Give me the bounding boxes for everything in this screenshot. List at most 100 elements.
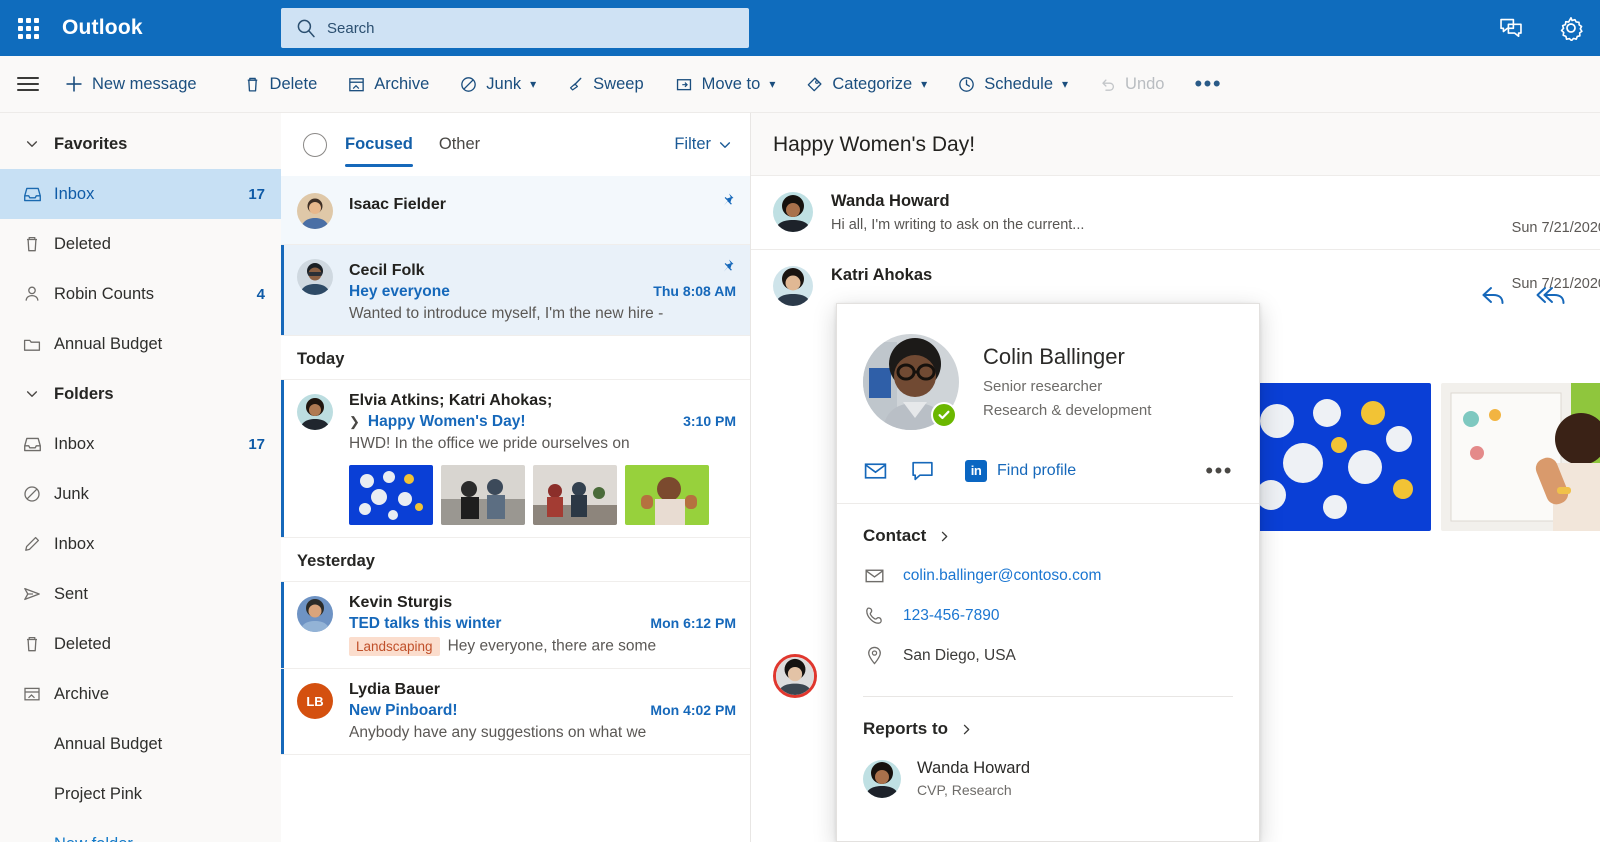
contact-name: Colin Ballinger [983,344,1125,369]
inline-image[interactable] [1441,383,1600,531]
reports-to-title: Reports to [863,719,948,738]
reports-to-person[interactable]: Wanda Howard CVP, Research [837,759,1259,798]
sidebar-item-label: Inbox [54,534,95,553]
sidebar-group-folders[interactable]: Folders [0,369,281,419]
linkedin-icon[interactable]: in [965,459,987,482]
pin-icon[interactable] [718,191,736,209]
chevron-right-icon [963,724,970,734]
sidebar-item-annual-budget[interactable]: Annual Budget [0,719,281,769]
message-time: Mon 4:02 PM [650,702,736,718]
categorize-button[interactable]: Categorize ▾ [799,71,933,98]
sidebar-item-archive[interactable]: Archive [0,669,281,719]
attachment-thumbnail[interactable] [441,465,525,525]
sidebar-item-project-pink[interactable]: Project Pink [0,769,281,819]
tab-focused[interactable]: Focused [345,113,413,176]
contact-avatar-wrapper [863,334,959,430]
trash-icon [10,234,54,254]
sidebar-item-deleted[interactable]: Deleted [0,619,281,669]
contact-location-value: San Diego, USA [903,646,1016,664]
feedback-icon[interactable] [1498,15,1524,41]
inbox-icon [10,184,54,205]
sidebar-group-favorites[interactable]: Favorites [0,119,281,169]
contact-email-value[interactable]: colin.ballinger@contoso.com [903,567,1101,585]
block-icon [461,76,477,92]
reply-all-icon[interactable] [1536,284,1570,310]
contact-section-header[interactable]: Contact [863,526,1233,546]
reports-to-header[interactable]: Reports to [863,719,1233,739]
more-commands-button[interactable]: ••• [1186,71,1230,97]
folder-sidebar: Favorites Inbox 17 Deleted Robin Counts … [0,113,281,842]
sidebar-item-label: New folder [54,835,265,842]
sidebar-item-deleted-fav[interactable]: Deleted [0,219,281,269]
sweep-button[interactable]: Sweep [560,71,649,98]
unread-count: 17 [248,185,265,203]
chat-icon[interactable] [910,458,935,483]
block-icon [10,484,54,504]
attachment-thumbnail[interactable] [349,465,433,525]
sidebar-item-label: Inbox [54,434,95,453]
tab-other[interactable]: Other [439,113,480,176]
attachment-thumbnail[interactable] [533,465,617,525]
table-row[interactable]: Cecil Folk Hey everyone Thu 8:08 AM Want… [281,245,750,336]
sidebar-item-junk[interactable]: Junk [0,469,281,519]
pin-icon[interactable] [718,257,736,275]
sidebar-item-robin-counts[interactable]: Robin Counts 4 [0,269,281,319]
delete-button[interactable]: Delete [237,71,324,98]
sweep-label: Sweep [593,74,644,93]
attachment-thumbnail[interactable] [625,465,709,525]
message-subject: Hey everyone [349,283,450,300]
message-sender: Kevin Sturgis [349,594,453,611]
message-list-scroll[interactable]: Isaac Fielder Cecil Folk Hey everyone Th… [281,176,750,842]
chevron-down-icon: ▾ [1062,77,1069,91]
sidebar-item-new-folder[interactable]: New folder [0,819,281,842]
conversation-item[interactable]: Wanda Howard Hi all, I'm writing to ask … [751,176,1600,250]
contact-section: Contact colin.ballinger@contoso.com 123-… [837,504,1259,670]
sidebar-item-annual-budget-fav[interactable]: Annual Budget [0,319,281,369]
schedule-button[interactable]: Schedule ▾ [951,71,1074,98]
settings-gear-icon[interactable] [1558,15,1584,41]
contact-card-more-button[interactable]: ••• [1205,458,1233,484]
sidebar-item-inbox-fav[interactable]: Inbox 17 [0,169,281,219]
junk-button[interactable]: Junk ▾ [453,71,542,98]
new-message-button[interactable]: New message [58,70,203,98]
avatar [297,259,333,295]
contact-phone-row[interactable]: 123-456-7890 [863,605,1233,626]
sidebar-item-inbox[interactable]: Inbox 17 [0,419,281,469]
location-icon [863,645,885,666]
select-all-circle[interactable] [303,132,327,157]
reply-icon[interactable] [1480,284,1510,310]
contact-email-row[interactable]: colin.ballinger@contoso.com [863,565,1233,586]
nav-toggle-hamburger-icon[interactable] [0,73,56,95]
filter-button[interactable]: Filter [674,135,732,154]
message-preview: Landscaping Hey everyone, there are some [349,637,736,656]
expand-thread-chevron-icon[interactable]: ❯ [349,414,360,430]
sidebar-item-drafts-inbox[interactable]: Inbox [0,519,281,569]
table-row[interactable]: Isaac Fielder [281,176,750,245]
sidebar-item-sent[interactable]: Sent [0,569,281,619]
archive-button[interactable]: Archive [341,71,435,98]
undo-button: Undo [1092,71,1170,98]
sidebar-group-label: Favorites [54,134,128,153]
email-icon[interactable] [863,458,888,483]
table-row[interactable]: Elvia Atkins; Katri Ahokas; ❯ Happy Wome… [281,380,750,538]
reports-to-person-role: CVP, Research [917,782,1012,798]
table-row[interactable]: LB Lydia Bauer New Pinboard! Mon 4:02 PM… [281,669,750,755]
move-to-button[interactable]: Move to ▾ [668,71,782,98]
sidebar-item-label: Inbox [54,184,95,203]
search-input[interactable] [281,8,749,48]
clock-icon [959,76,975,92]
find-profile-link[interactable]: Find profile [997,462,1076,480]
contact-phone-value[interactable]: 123-456-7890 [903,607,1000,625]
inline-image[interactable] [1231,383,1431,531]
tab-other-label: Other [438,135,481,153]
avatar [773,266,813,306]
phone-icon [863,605,885,626]
pencil-icon [10,534,54,554]
app-launcher-waffle-icon[interactable] [0,17,56,39]
outlook-app: Outlook Search New message Delete Archiv… [0,0,1600,842]
avatar [297,394,333,430]
table-row[interactable]: Kevin Sturgis TED talks this winter Mon … [281,582,750,669]
category-tag[interactable]: Landscaping [349,637,440,656]
unread-count: 4 [256,285,265,303]
search-container [281,8,749,48]
